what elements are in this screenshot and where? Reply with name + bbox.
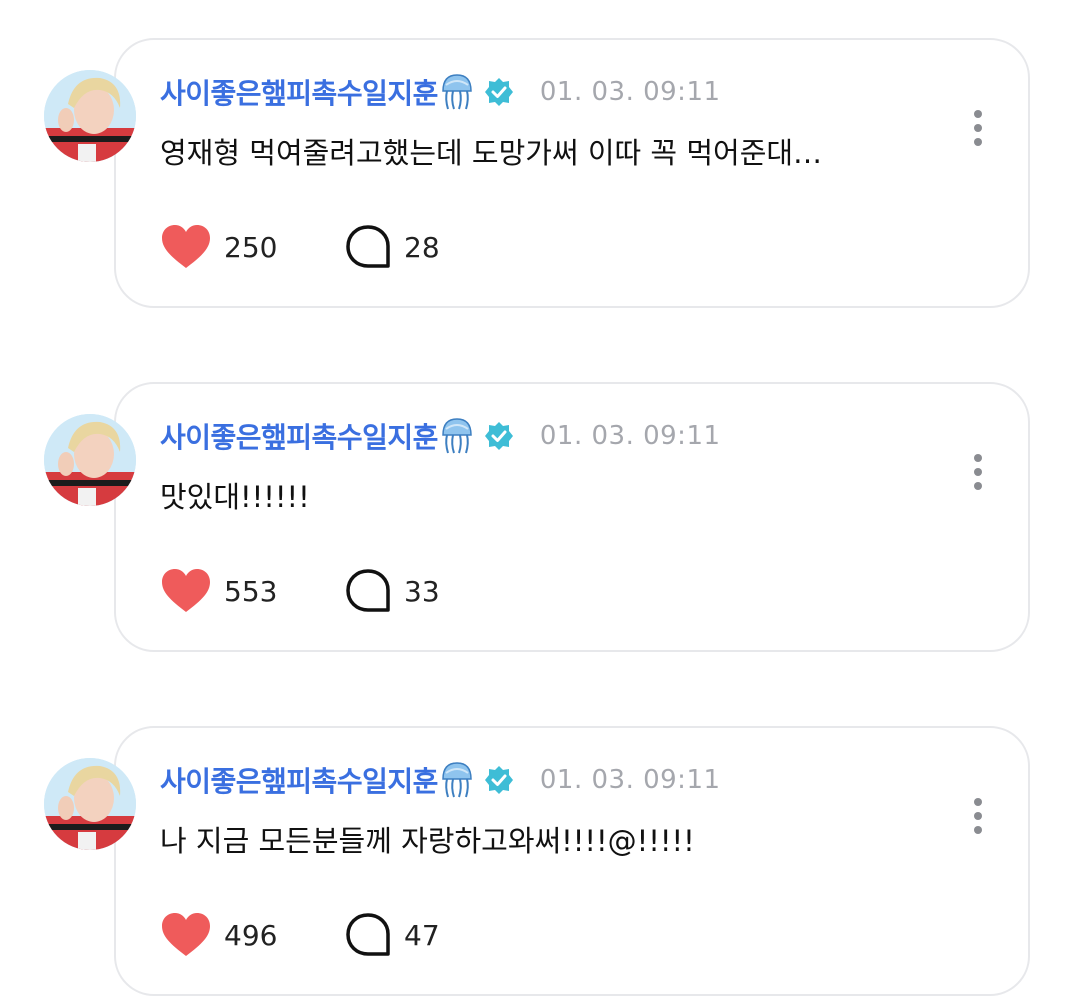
comment-count: 28 bbox=[404, 230, 440, 264]
post-card: 사이좋은햎피촉수일지훈 01. 03. 09:11 영재형 먹여줄려고했는데 도… bbox=[0, 38, 1080, 314]
post-text: 나 지금 모든분들께 자랑하고와써!!!!@!!!!! bbox=[160, 824, 695, 858]
jellyfish-icon bbox=[440, 761, 474, 799]
jellyfish-icon bbox=[440, 73, 474, 111]
comment-count: 33 bbox=[404, 574, 440, 608]
like-button[interactable]: 553 bbox=[160, 568, 284, 614]
like-button[interactable]: 496 bbox=[160, 912, 284, 958]
like-count: 496 bbox=[224, 918, 278, 952]
post-card: 사이좋은햎피촉수일지훈 01. 03. 09:11 나 지금 모든분들께 자랑하… bbox=[0, 726, 1080, 1002]
speech-bubble-icon bbox=[346, 569, 390, 612]
comment-button[interactable]: 28 bbox=[344, 224, 464, 270]
avatar[interactable] bbox=[44, 414, 136, 506]
speech-bubble-icon bbox=[346, 225, 390, 268]
more-vertical-icon[interactable] bbox=[966, 452, 990, 492]
username[interactable]: 사이좋은햎피촉수일지훈 bbox=[160, 416, 438, 456]
post-card: 사이좋은햎피촉수일지훈 01. 03. 09:11 맛있대!!!!!! 553 … bbox=[0, 382, 1080, 658]
post-header: 사이좋은햎피촉수일지훈 01. 03. 09:11 bbox=[160, 760, 721, 800]
username[interactable]: 사이좋은햎피촉수일지훈 bbox=[160, 760, 438, 800]
comment-button[interactable]: 33 bbox=[344, 568, 464, 614]
verified-badge-icon bbox=[484, 765, 514, 795]
speech-bubble-icon bbox=[346, 913, 390, 956]
like-count: 553 bbox=[224, 574, 278, 608]
heart-icon bbox=[162, 569, 210, 612]
avatar[interactable] bbox=[44, 758, 136, 850]
comment-count: 47 bbox=[404, 918, 440, 952]
post-actions: 250 28 bbox=[160, 222, 464, 272]
avatar[interactable] bbox=[44, 70, 136, 162]
more-vertical-icon[interactable] bbox=[966, 796, 990, 836]
post-text: 영재형 먹여줄려고했는데 도망가써 이따 꼭 먹어준대… bbox=[160, 136, 823, 170]
timestamp: 01. 03. 09:11 bbox=[539, 77, 721, 107]
post-header: 사이좋은햎피촉수일지훈 01. 03. 09:11 bbox=[160, 416, 721, 456]
verified-badge-icon bbox=[484, 77, 514, 107]
verified-badge-icon bbox=[484, 421, 514, 451]
post-actions: 496 47 bbox=[160, 910, 464, 960]
timestamp: 01. 03. 09:11 bbox=[539, 421, 721, 451]
post-text: 맛있대!!!!!! bbox=[160, 480, 310, 514]
heart-icon bbox=[162, 225, 210, 268]
like-count: 250 bbox=[224, 230, 278, 264]
username[interactable]: 사이좋은햎피촉수일지훈 bbox=[160, 72, 438, 112]
post-header: 사이좋은햎피촉수일지훈 01. 03. 09:11 bbox=[160, 72, 721, 112]
post-actions: 553 33 bbox=[160, 566, 464, 616]
jellyfish-icon bbox=[440, 417, 474, 455]
timestamp: 01. 03. 09:11 bbox=[539, 765, 721, 795]
like-button[interactable]: 250 bbox=[160, 224, 284, 270]
comment-button[interactable]: 47 bbox=[344, 912, 464, 958]
heart-icon bbox=[162, 913, 210, 956]
more-vertical-icon[interactable] bbox=[966, 108, 990, 148]
